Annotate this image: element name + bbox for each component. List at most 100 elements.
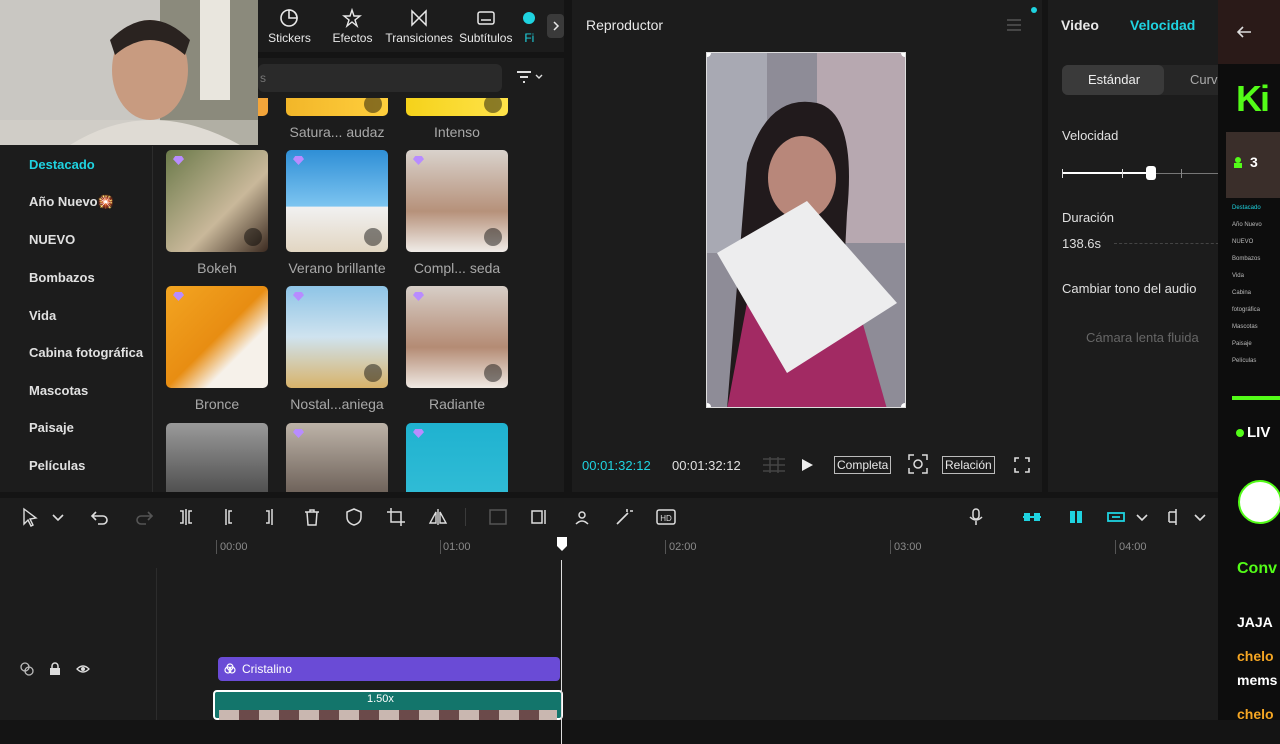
category-mascotas[interactable]: Mascotas <box>0 372 152 410</box>
effect-card[interactable] <box>166 423 268 492</box>
effect-card-radiante[interactable]: Radiante <box>406 286 508 412</box>
mini-category: Destacado <box>1232 205 1261 211</box>
grid-icon[interactable] <box>762 456 786 474</box>
chevron-down-icon[interactable] <box>48 507 68 527</box>
auto-reframe-icon[interactable] <box>572 507 592 527</box>
effect-clip[interactable]: Cristalino <box>218 657 560 681</box>
microphone-icon[interactable] <box>966 507 986 527</box>
segment-curve[interactable]: Curva <box>1190 72 1218 87</box>
current-time: 00:01:32:12 <box>582 458 651 473</box>
tab-subtitles[interactable]: Subtítulos <box>454 0 517 52</box>
duration-bar <box>1114 243 1218 244</box>
hd-icon[interactable]: HD <box>656 507 676 527</box>
video-clip[interactable]: 1.50x <box>213 690 563 720</box>
pitch-label: Cambiar tono del audio <box>1062 281 1197 296</box>
chat-username[interactable]: chelo <box>1237 648 1274 664</box>
aspect-ratio-button[interactable]: Relación <box>942 456 995 474</box>
eye-icon[interactable] <box>76 662 90 676</box>
chat-message: JAJA <box>1237 614 1273 630</box>
category-bombazos[interactable]: Bombazos <box>0 259 152 297</box>
tab-transitions[interactable]: Transiciones <box>384 0 454 52</box>
play-icon[interactable] <box>800 458 814 472</box>
freeze-frame-icon[interactable] <box>530 507 550 527</box>
category-cabina-fotografica[interactable]: Cabina fotográfica <box>0 334 152 372</box>
filters-icon <box>523 11 536 24</box>
ruler-tick <box>665 540 666 554</box>
effect-card[interactable] <box>286 423 388 492</box>
chevron-down-icon[interactable] <box>1190 507 1210 527</box>
effect-thumbnail <box>166 286 268 388</box>
layers-icon[interactable] <box>20 662 34 676</box>
chevron-down-icon[interactable] <box>1132 507 1152 527</box>
chevron-down-icon <box>535 74 543 79</box>
magic-wand-icon[interactable] <box>614 507 634 527</box>
slider-fill <box>1062 172 1152 174</box>
brand-logo: Ki <box>1236 78 1270 119</box>
shield-icon[interactable] <box>344 507 364 527</box>
ruler-tick <box>440 540 441 554</box>
svg-text:HD: HD <box>660 514 672 523</box>
compare-icon[interactable] <box>1166 507 1186 527</box>
adjust-icon[interactable] <box>488 507 508 527</box>
full-quality-button[interactable]: Completa <box>834 456 892 474</box>
undo-icon[interactable] <box>90 507 110 527</box>
effect-card[interactable]: Intenso <box>406 98 508 140</box>
category-nuevo[interactable]: NUEVO <box>0 221 152 259</box>
slider-thumb[interactable] <box>1146 166 1156 180</box>
effect-card-nostal-aniega[interactable]: Nostal...aniega <box>286 286 388 412</box>
trim-right-icon[interactable] <box>260 507 280 527</box>
mini-category: Año Nuevo <box>1232 222 1262 228</box>
category-paisaje[interactable]: Paisaje <box>0 409 152 447</box>
smooth-slow-label[interactable]: Cámara lenta fluida <box>1086 330 1199 345</box>
mirror-icon[interactable] <box>428 507 448 527</box>
category-destacado[interactable]: Destacado <box>0 146 152 184</box>
lock-icon[interactable] <box>48 662 62 676</box>
streamer-avatar[interactable] <box>1238 480 1280 524</box>
crop-icon[interactable] <box>386 507 406 527</box>
ruler-tick <box>216 540 217 554</box>
effect-card-verano-brillante[interactable]: Verano brillante <box>286 150 388 276</box>
webcam-overlay <box>0 0 258 145</box>
filter-button[interactable] <box>516 70 543 84</box>
chat-username[interactable]: chelo <box>1237 706 1274 720</box>
category-vida[interactable]: Vida <box>0 296 152 334</box>
category-ano-nuevo[interactable]: Año Nuevo🎇 <box>0 184 152 222</box>
tabs-scroll-right-button[interactable] <box>547 14 565 38</box>
fullscreen-icon[interactable] <box>1014 457 1030 473</box>
back-arrow-icon[interactable] <box>1236 24 1252 40</box>
preview-axis-icon[interactable] <box>1106 507 1126 527</box>
tab-filters[interactable]: Fi <box>517 0 541 52</box>
toolbar-divider <box>465 508 466 526</box>
category-peliculas[interactable]: Películas <box>0 447 152 485</box>
link-clips-icon[interactable] <box>1022 507 1042 527</box>
speed-badge: 1.50x <box>367 693 394 705</box>
effect-card[interactable]: Satura... audaz <box>286 98 388 140</box>
effect-card-bokeh[interactable]: Bokeh <box>166 150 268 276</box>
trim-left-icon[interactable] <box>218 507 238 527</box>
redo-icon[interactable] <box>134 507 154 527</box>
snap-icon[interactable] <box>1066 507 1086 527</box>
segment-standard[interactable]: Estándar <box>1062 65 1164 95</box>
effect-thumbnail <box>286 98 388 116</box>
menu-icon[interactable] <box>1006 18 1022 32</box>
effect-card-compl-seda[interactable]: Compl... seda <box>406 150 508 276</box>
playhead-handle[interactable] <box>556 536 568 552</box>
tab-effects[interactable]: Efectos <box>321 0 384 52</box>
tab-video[interactable]: Video <box>1061 17 1099 33</box>
speed-slider[interactable] <box>1062 166 1218 182</box>
playhead-line[interactable] <box>561 560 562 744</box>
zoom-icon[interactable] <box>908 454 928 474</box>
split-icon[interactable] <box>176 507 196 527</box>
tab-speed[interactable]: Velocidad <box>1130 17 1195 33</box>
cursor-icon[interactable] <box>20 507 40 527</box>
timeline-ruler[interactable]: 00:00 01:00 02:00 03:00 04:00 <box>0 536 1218 560</box>
delete-icon[interactable] <box>302 507 322 527</box>
search-input[interactable]: s <box>258 64 502 92</box>
video-preview[interactable] <box>706 52 906 408</box>
tab-stickers[interactable]: Stickers <box>258 0 321 52</box>
track-header-divider <box>156 568 157 720</box>
effect-card[interactable] <box>406 423 508 492</box>
effect-card-bronce[interactable]: Bronce <box>166 286 268 412</box>
stickers-icon <box>280 8 299 27</box>
premium-gem-icon <box>413 429 424 438</box>
